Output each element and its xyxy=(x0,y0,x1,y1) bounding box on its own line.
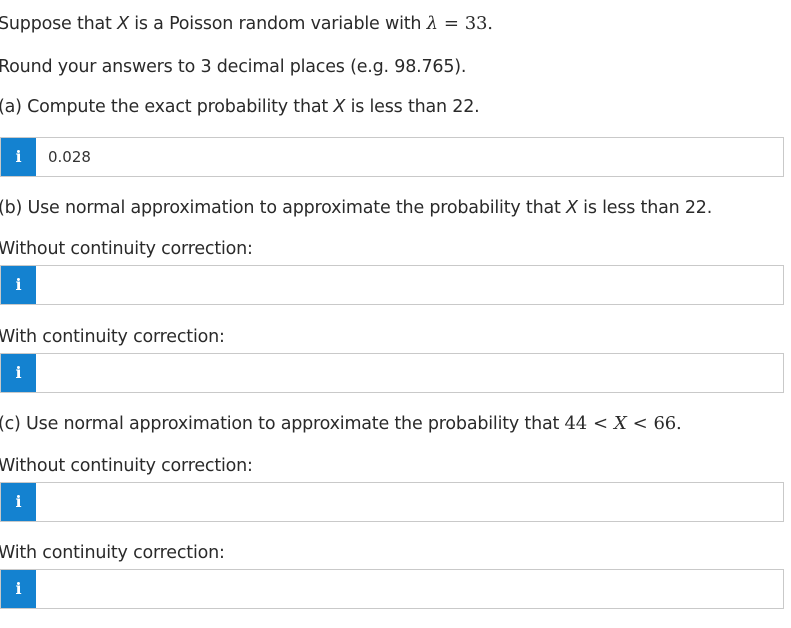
part-c-with-answer-field[interactable]: i xyxy=(0,569,784,609)
part-b-with-answer-field[interactable]: i xyxy=(0,353,784,393)
info-icon[interactable]: i xyxy=(1,483,36,521)
info-icon[interactable]: i xyxy=(1,266,36,304)
rounding-instruction: Round your answers to 3 decimal places (… xyxy=(0,57,467,77)
part-c-without-label: Without continuity correction: xyxy=(0,456,253,476)
info-icon[interactable]: i xyxy=(1,570,36,608)
part-a-answer-value[interactable]: 0.028 xyxy=(48,138,91,176)
part-b-without-label: Without continuity correction: xyxy=(0,239,253,259)
part-c-question: (c) Use normal approximation to approxim… xyxy=(0,413,682,434)
variable-x: X xyxy=(117,14,129,34)
part-b-with-label: With continuity correction: xyxy=(0,327,225,347)
part-a-question: (a) Compute the exact probability that X… xyxy=(0,97,480,117)
lambda-symbol: λ xyxy=(426,13,438,34)
problem-statement: Suppose that X is a Poisson random varia… xyxy=(0,13,493,34)
part-c-with-label: With continuity correction: xyxy=(0,543,225,563)
info-icon[interactable]: i xyxy=(1,138,36,176)
part-b-question: (b) Use normal approximation to approxim… xyxy=(0,198,713,218)
part-a-answer-field[interactable]: i 0.028 xyxy=(0,137,784,177)
part-b-without-answer-field[interactable]: i xyxy=(0,265,784,305)
part-c-without-answer-field[interactable]: i xyxy=(0,482,784,522)
info-icon[interactable]: i xyxy=(1,354,36,392)
